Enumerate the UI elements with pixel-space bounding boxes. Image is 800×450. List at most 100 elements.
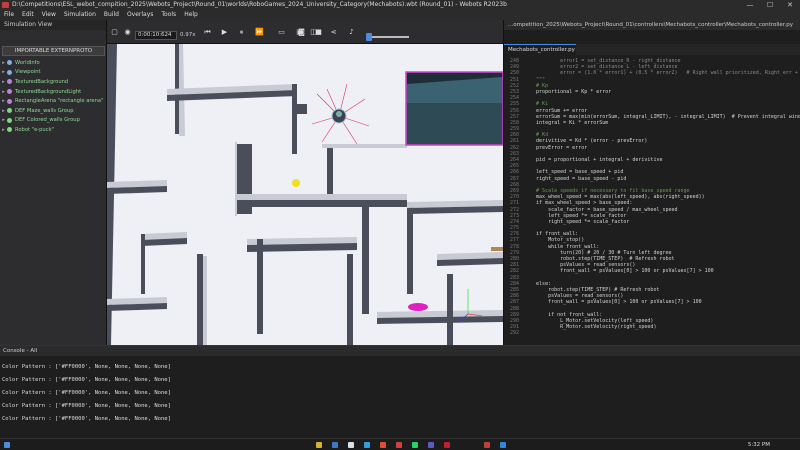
scene-tree-item-label: TexturedBackgroundLight: [15, 88, 82, 95]
speed-display: 0.97x: [180, 32, 196, 38]
menu-tools[interactable]: Tools: [157, 10, 180, 20]
node-icon: [7, 89, 12, 95]
scene-tree-panel: Simulation View IMPORTABLE EXTERNPROTO ▸…: [0, 20, 107, 345]
minimize-button[interactable]: —: [740, 0, 760, 10]
close-button[interactable]: ✕: [780, 0, 800, 10]
line-text: integral = Ki * errorSum: [524, 119, 609, 126]
console-line: Color Pattern : ['#FF0000', None, None, …: [2, 416, 171, 422]
node-icon: [7, 98, 12, 104]
console-line: Color Pattern : ['#FF0000', None, None, …: [2, 390, 171, 396]
volume-slider[interactable]: [369, 36, 409, 38]
line-number: 292: [509, 330, 519, 337]
node-icon: [7, 127, 12, 133]
menu-build[interactable]: Build: [100, 10, 123, 20]
menu-simulation[interactable]: Simulation: [60, 10, 100, 20]
menu-edit[interactable]: Edit: [18, 10, 38, 20]
menu-bar: File Edit View Simulation Build Overlays…: [0, 10, 800, 20]
maximize-button[interactable]: ☐: [760, 0, 780, 10]
line-text: pid = proportional + integral + deriviti…: [524, 157, 663, 163]
scene-tree-item[interactable]: ▸ RectangleArena "rectangle arena": [0, 96, 107, 106]
node-icon: [7, 69, 12, 75]
scene-tree-item[interactable]: ▸ TexturedBackgroundLight: [0, 87, 107, 97]
expand-arrow-icon[interactable]: ▸: [0, 69, 7, 75]
line-text: front_wall = psValues[0] > 100 or psValu…: [524, 299, 702, 306]
scene-tree-item[interactable]: ▸ DEF Maze_walls Group: [0, 106, 107, 116]
maze-scene: [107, 44, 503, 345]
windows-start-icon[interactable]: [4, 442, 10, 448]
browser-icon[interactable]: [364, 442, 370, 448]
console-line: Color Pattern : ['#FF0000', None, None, …: [2, 377, 171, 383]
taskbar-app-icon-4[interactable]: [444, 442, 450, 448]
taskbar-app-icon-5[interactable]: [500, 442, 506, 448]
expand-arrow-icon[interactable]: ▸: [0, 117, 7, 123]
chrome-icon[interactable]: [380, 442, 386, 448]
node-icon: [7, 60, 12, 66]
scene-tree-title: Simulation View: [0, 20, 106, 30]
step-icon[interactable]: ▶: [220, 28, 229, 37]
scene-tree-item[interactable]: ▸ WorldInfo: [0, 58, 107, 68]
console-line: Color Pattern : ['#FF0000', None, None, …: [2, 403, 171, 409]
line-text: right_speed *= scale_factor: [524, 218, 630, 225]
expand-arrow-icon[interactable]: ▸: [0, 60, 7, 66]
line-text: right_speed = base_speed - pid: [524, 175, 627, 182]
sound-icon[interactable]: ♪: [347, 28, 356, 37]
expand-arrow-icon[interactable]: ▸: [0, 89, 7, 95]
scene-tree-item-label: RectangleArena "rectangle arena": [15, 98, 104, 105]
window-title: D:\Competitions\ESL_webot_compition_2025…: [12, 1, 507, 8]
menu-file[interactable]: File: [0, 10, 18, 20]
menu-view[interactable]: View: [38, 10, 60, 20]
reset-icon[interactable]: ⏮: [203, 28, 212, 37]
camera-icon[interactable]: ◙: [297, 28, 306, 37]
simulation-time-display: 0:00:10:624: [135, 31, 177, 40]
webots-taskbar-icon[interactable]: [484, 442, 490, 448]
code-line: 250 error = (1.0 * error1) + (0.5 * erro…: [504, 70, 800, 76]
windows-taskbar: 5:32 PM: [0, 438, 800, 450]
camera-overlay: [405, 71, 503, 146]
eye-icon[interactable]: ◉: [123, 28, 132, 37]
open-world-icon[interactable]: ▭: [277, 28, 286, 37]
clock: 5:32 PM: [747, 442, 770, 448]
colored-wall-piece: [491, 247, 503, 251]
fast-forward-icon[interactable]: ⏩: [255, 28, 264, 37]
record-icon[interactable]: ■: [314, 28, 323, 37]
expand-arrow-icon[interactable]: ▸: [0, 108, 7, 114]
menu-help[interactable]: Help: [180, 10, 202, 20]
scene-tree-item[interactable]: ▸ TexturedBackground: [0, 77, 107, 87]
code-line: 292: [504, 330, 800, 336]
pause-icon[interactable]: ⏸: [237, 28, 246, 37]
file-explorer-icon[interactable]: [316, 442, 322, 448]
share-icon[interactable]: ⋖: [329, 28, 338, 37]
whatsapp-icon[interactable]: [412, 442, 418, 448]
scene-tree-item[interactable]: ▸ DEF Colored_walls Group: [0, 116, 107, 126]
line-text: front_wall = psValues[0] > 100 or psValu…: [524, 268, 714, 275]
window-controls: — ☐ ✕: [740, 0, 800, 10]
expand-arrow-icon[interactable]: ▸: [0, 98, 7, 104]
taskbar-app-icon-2[interactable]: [396, 442, 402, 448]
taskbar-app-icon-3[interactable]: [428, 442, 434, 448]
text-editor-panel: ...ompetition_2025\Webots_Project\Round_…: [503, 20, 800, 345]
3d-viewport[interactable]: [107, 44, 503, 345]
taskbar-app-icon[interactable]: [348, 442, 354, 448]
add-node-icon[interactable]: ▢: [110, 28, 119, 37]
scene-tree-item-label: DEF Colored_walls Group: [15, 117, 80, 124]
line-text: R_Motor.setVelocity(right_speed): [524, 324, 657, 331]
menu-overlays[interactable]: Overlays: [123, 10, 157, 20]
scene-tree-item[interactable]: ▸ Viewpoint: [0, 68, 107, 78]
editor-tab-file[interactable]: Mechabots_controller.py: [504, 44, 576, 55]
importable-externproto-button[interactable]: IMPORTABLE EXTERNPROTO: [2, 46, 105, 56]
scene-tree-item-label: Viewpoint: [15, 69, 41, 76]
scene-tree-item-label: DEF Maze_walls Group: [15, 107, 74, 114]
window-titlebar: D:\Competitions\ESL_webot_compition_2025…: [0, 0, 800, 10]
console-panel: Console - All Color Pattern : ['#FF0000'…: [0, 345, 800, 438]
vscode-icon[interactable]: [332, 442, 338, 448]
code-area[interactable]: 248 error1 = set_distance_R - right_dist…: [504, 58, 800, 348]
scene-tree-item-label: WorldInfo: [15, 59, 40, 66]
scene-tree-item-label: TexturedBackground: [15, 78, 69, 85]
volume-slider-knob[interactable]: [366, 33, 372, 41]
expand-arrow-icon[interactable]: ▸: [0, 79, 7, 85]
scene-tree: ▸ WorldInfo ▸ Viewpoint ▸ TexturedBackground ▸…: [0, 58, 107, 135]
expand-arrow-icon[interactable]: ▸: [0, 127, 7, 133]
node-icon: [7, 79, 12, 85]
line-text: error = (1.0 * error1) + (0.5 * error2) …: [524, 70, 800, 77]
scene-tree-item[interactable]: ▸ Robot "e-puck": [0, 125, 107, 135]
